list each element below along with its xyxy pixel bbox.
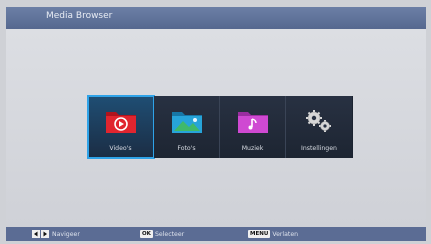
hint-select: OK Selecteer: [140, 230, 184, 238]
left-right-arrows-icon: [32, 230, 50, 238]
title-bar: Media Browser: [6, 7, 426, 29]
tile-label: Video's: [109, 145, 132, 152]
media-tiles: Video's Foto's Muziek Instellingen: [87, 95, 353, 159]
hint-navigate-label: Navigeer: [52, 230, 80, 238]
tile-music[interactable]: Muziek: [220, 96, 286, 158]
tile-settings[interactable]: Instellingen: [286, 96, 352, 158]
menu-key: MENU: [248, 230, 271, 238]
ok-key: OK: [140, 230, 153, 238]
tile-videos[interactable]: Video's: [87, 95, 155, 159]
hint-exit: MENU Verlaten: [248, 230, 298, 238]
tile-label: Instellingen: [301, 145, 337, 152]
video-folder-icon: [106, 112, 136, 133]
gears-icon: [306, 110, 331, 132]
page-title: Media Browser: [46, 11, 113, 21]
music-folder-icon: [238, 112, 268, 133]
tile-label: Muziek: [241, 145, 264, 152]
hint-navigate: Navigeer: [32, 230, 80, 238]
hint-select-label: Selecteer: [154, 230, 185, 238]
hint-exit-label: Verlaten: [272, 230, 299, 238]
tile-label: Foto's: [177, 145, 196, 152]
tile-photos[interactable]: Foto's: [154, 96, 220, 158]
footer-hints: Navigeer OK Selecteer MENU Verlaten: [6, 227, 426, 241]
media-browser-screen: Media Browser Video's Foto's Muziek Inst…: [0, 0, 431, 244]
photo-folder-icon: [172, 112, 202, 133]
